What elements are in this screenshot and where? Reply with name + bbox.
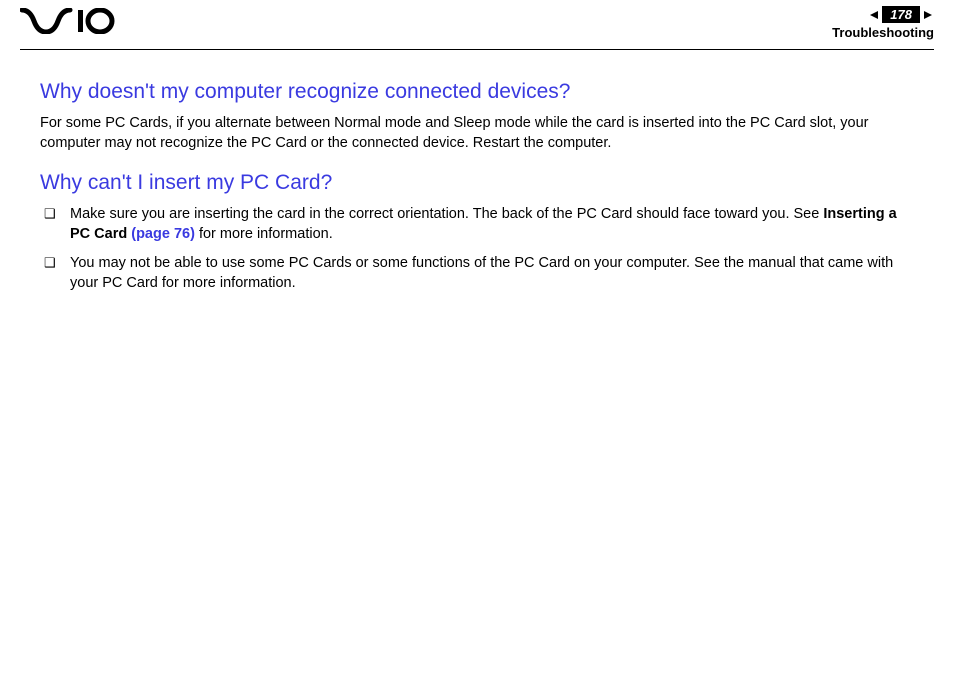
vaio-logo [20,8,115,34]
page-content: Why doesn't my computer recognize connec… [0,50,954,293]
page-number: 178 [882,6,920,23]
list-item: Make sure you are inserting the card in … [40,205,914,244]
answer-list-2: Make sure you are inserting the card in … [40,205,914,293]
list-text-post: for more information. [195,226,333,242]
page-ref-link[interactable]: (page 76) [131,226,195,242]
question-heading-1: Why doesn't my computer recognize connec… [40,80,914,104]
prev-page-arrow-icon[interactable] [868,9,880,21]
page-navigation: 178 [832,6,934,23]
question-heading-2: Why can't I insert my PC Card? [40,171,914,195]
header-right: 178 Troubleshooting [832,6,934,40]
list-text: You may not be able to use some PC Cards… [70,255,893,291]
page-header: 178 Troubleshooting [20,0,934,50]
answer-text-1: For some PC Cards, if you alternate betw… [40,114,914,153]
list-item: You may not be able to use some PC Cards… [40,254,914,293]
section-label: Troubleshooting [832,25,934,40]
next-page-arrow-icon[interactable] [922,9,934,21]
list-text: Make sure you are inserting the card in … [70,206,823,222]
